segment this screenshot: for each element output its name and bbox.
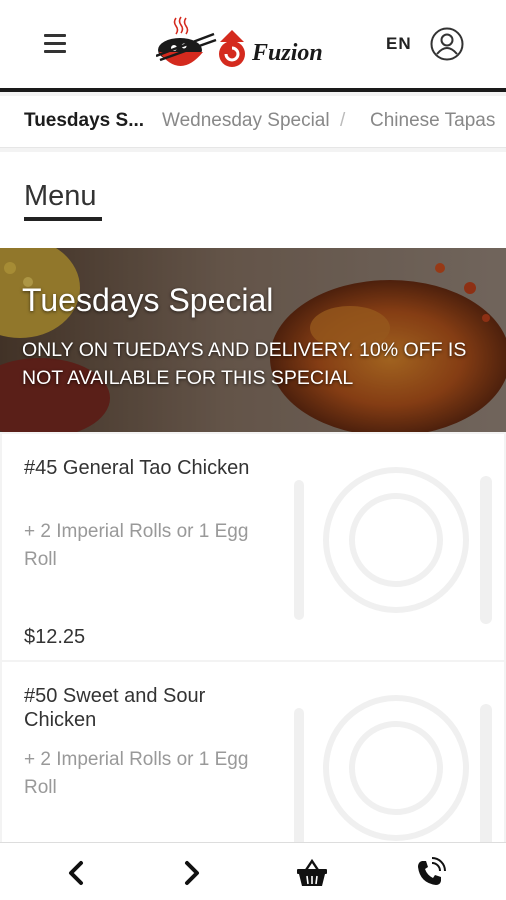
tab-tuesdays-special[interactable]: Tuesdays S... [24,110,144,132]
chevron-right-icon[interactable] [176,857,208,889]
brand-logo[interactable]: Fuzion [155,14,336,78]
phone-icon[interactable] [414,857,446,889]
banner-description: ONLY ON TUEDAYS AND DELIVERY. 10% OFF IS… [22,339,467,389]
item-price: $12.25 [24,626,86,648]
tab-separator: / [340,110,346,131]
item-name: #45 General Tao Chicken [24,457,250,479]
item-description: + 2 Imperial Rolls or 1 Egg Roll [24,749,249,798]
menu-item-card[interactable]: #50 Sweet and Sour Chicken + 2 Imperial … [2,662,504,842]
hamburger-icon[interactable] [44,34,68,54]
category-tabs: Tuesdays S... Wednesday Special / Chines… [0,96,506,148]
chevron-left-icon[interactable] [60,857,92,889]
basket-icon[interactable] [296,857,328,889]
plate-placeholder-icon [294,467,492,624]
item-description: + 2 Imperial Rolls or 1 Egg Roll [24,521,249,570]
plate-placeholder-icon [294,695,492,842]
language-selector[interactable]: EN [386,34,412,54]
tab-wednesday-special[interactable]: Wednesday Special [162,110,330,132]
tab-chinese-tapas[interactable]: Chinese Tapas [370,110,495,132]
banner-title: Tuesdays Special [22,282,274,318]
bottom-nav-bar [0,842,506,900]
svg-text:Fuzion: Fuzion [251,40,323,66]
top-bar: Fuzion EN [0,0,506,92]
page-title: Menu [24,180,97,212]
menu-header: Menu [0,152,506,248]
item-name: #50 Sweet and Sour Chicken [24,685,206,731]
user-icon[interactable] [430,27,464,61]
menu-item-card[interactable]: #45 General Tao Chicken + 2 Imperial Rol… [2,434,504,660]
title-underline [24,217,102,221]
category-banner: Tuesdays Special ONLY ON TUEDAYS AND DEL… [0,248,506,432]
